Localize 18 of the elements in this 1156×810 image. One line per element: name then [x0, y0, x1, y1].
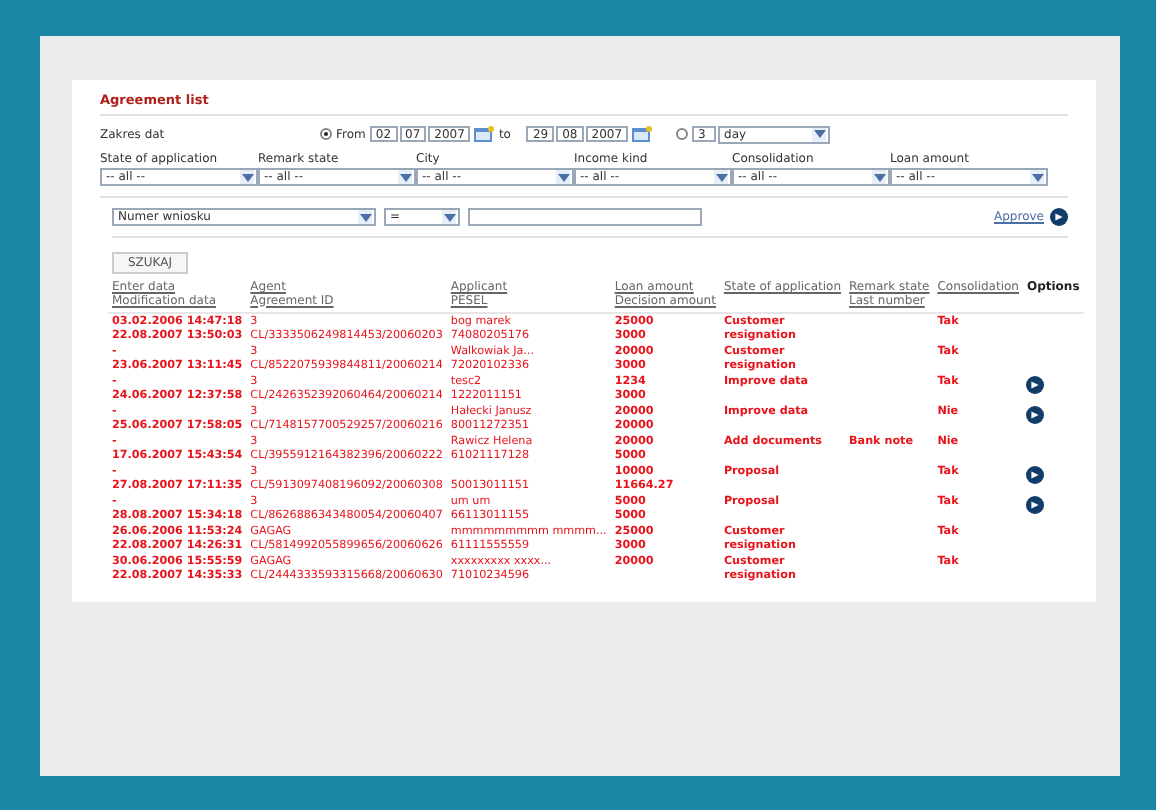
play-icon[interactable]	[1026, 376, 1045, 394]
calendar-icon[interactable]	[474, 126, 495, 142]
play-icon[interactable]	[1026, 406, 1045, 424]
dropdown-arrow-icon[interactable]	[872, 170, 886, 184]
play-icon[interactable]	[1026, 466, 1045, 484]
dropdown-arrow-icon[interactable]	[556, 170, 570, 184]
search-field[interactable]	[468, 208, 702, 226]
radio-button[interactable]	[320, 128, 332, 140]
radio-button[interactable]	[676, 128, 689, 140]
play-icon[interactable]	[1026, 496, 1045, 514]
dropdown-arrow-icon[interactable]	[442, 210, 456, 224]
dropdown-arrow-icon[interactable]	[1030, 170, 1044, 184]
dropdown-arrow-icon[interactable]	[714, 170, 728, 184]
dropdown-arrow-icon[interactable]	[358, 210, 372, 224]
calendar-icon[interactable]	[632, 126, 653, 142]
dropdown-arrow-icon[interactable]	[240, 170, 254, 184]
dropdown-arrow-icon[interactable]	[398, 170, 412, 184]
dropdown-arrow-icon[interactable]	[812, 127, 827, 141]
